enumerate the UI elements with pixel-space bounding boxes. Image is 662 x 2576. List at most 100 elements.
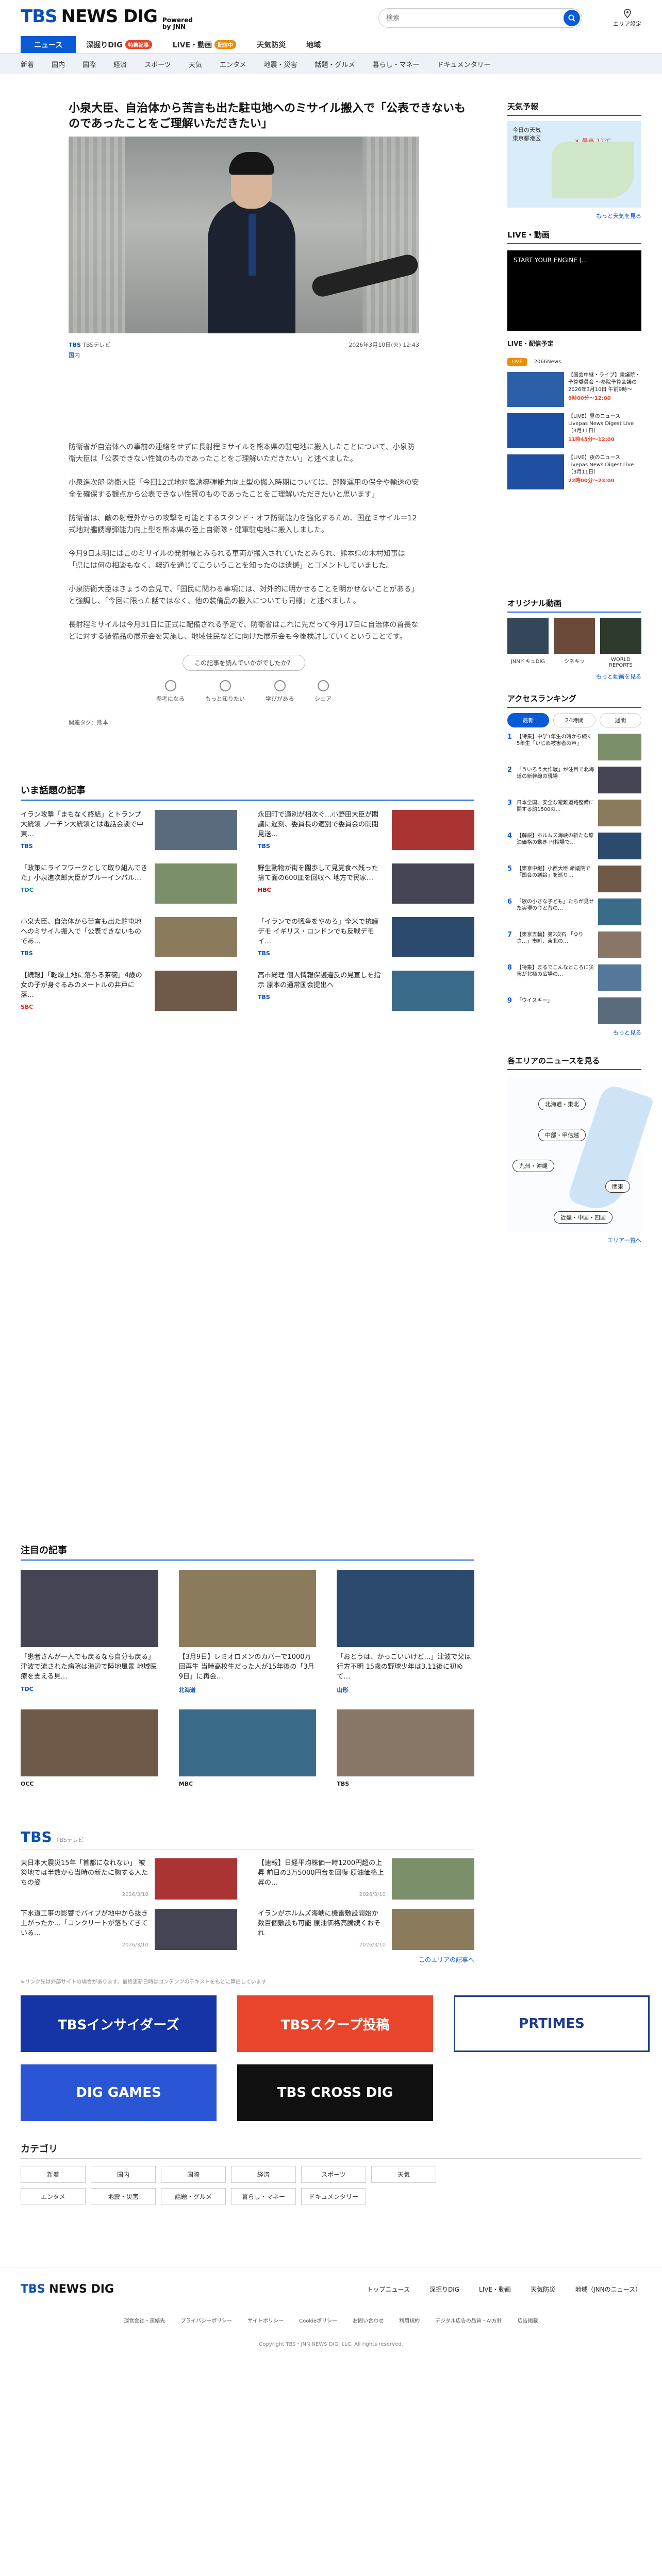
- site-logo[interactable]: TBS NEWS DIG Powered by JNN: [21, 6, 193, 30]
- footer-link[interactable]: 広告掲載: [518, 2316, 538, 2324]
- area-pill[interactable]: 関東: [605, 1180, 630, 1193]
- ranking-item[interactable]: 5 【東京中継】小西大臣 衆議院で「国会の議論」を巡り…: [507, 866, 641, 892]
- topic-item[interactable]: 永田町で適別が相次ぐ…小野田大臣が閣議に遅刻、委員長の適別で委員会の開閉見送… T…: [258, 810, 474, 851]
- ranking-item[interactable]: 7 【東京五輪】第2次石 「ゆりさ…」市町、東北の…: [507, 931, 641, 958]
- topic-item[interactable]: 「イランでの戦争をやめろ」全米で抗議デモ イギリス・ロンドンでも反戦デモ イ… T…: [258, 917, 474, 958]
- topic-item[interactable]: 高市総理 個人情報保護違反の見直しを指示 原本の通常国会提出へ TBS: [258, 971, 474, 1011]
- live-tab[interactable]: 2066News: [530, 358, 565, 366]
- topic-item[interactable]: 【続報】「乾燥土地に落ちる茶碗」4歳の女の子が身ぐるみのメートルの井戸に落… SB…: [21, 971, 237, 1011]
- ranking-item[interactable]: 1 【特集】中学1年生の時から続く5年生「いじめ被害者の声」: [507, 734, 641, 760]
- category-nav-item[interactable]: ドキュメンタリー: [437, 59, 491, 69]
- banner[interactable]: PRTIMES: [454, 1995, 650, 2052]
- tbs-item[interactable]: 下水道工事の影響でパイプが地中から抜き上がったか…「コンクリートが落ちてきている…: [21, 1909, 237, 1950]
- category-button[interactable]: 国際: [161, 2166, 226, 2183]
- category-button[interactable]: 話題・グルメ: [161, 2188, 226, 2205]
- notable-item[interactable]: OCC: [21, 1709, 158, 1787]
- footer-link[interactable]: Cookieポリシー: [299, 2316, 337, 2324]
- topic-item[interactable]: 小泉大臣、自治体から苦言も出た駐屯地へのミサイル搬入で「公表できないものであ… T…: [21, 917, 237, 958]
- feedback-option[interactable]: もっと知りたい: [205, 680, 245, 703]
- tag-link[interactable]: 熊本: [97, 719, 108, 726]
- banner[interactable]: TBSスクープ投稿: [237, 1995, 433, 2052]
- nav-item-0[interactable]: ニュース: [21, 36, 76, 53]
- ranking-item[interactable]: 9 「ウイスキー」: [507, 997, 641, 1024]
- nav-item-2[interactable]: LIVE・動画 配信中: [162, 36, 247, 53]
- category-button[interactable]: ドキュメンタリー: [301, 2188, 366, 2205]
- category-nav-item[interactable]: 国内: [52, 59, 65, 69]
- tbs-item[interactable]: 東日本大震災15年「首都になれない」 被災地では半数から当時の新たに胸する人たち…: [21, 1858, 237, 1900]
- video-player[interactable]: START YOUR ENGINE (…: [507, 250, 641, 331]
- original-item[interactable]: シネキッ: [554, 618, 595, 668]
- banner[interactable]: TBS CROSS DIG: [237, 2064, 433, 2121]
- article-source[interactable]: TBS: [69, 342, 81, 348]
- category-nav-item[interactable]: スポーツ: [144, 59, 171, 69]
- footer-link[interactable]: 運営会社・連絡先: [124, 2316, 165, 2324]
- ranking-item[interactable]: 2 「ういろう大作戦」が注目で北海道の新幹線の現場: [507, 767, 641, 793]
- article-category-link[interactable]: 国内: [69, 351, 471, 359]
- category-nav-item[interactable]: 国際: [82, 59, 96, 69]
- tbs-item[interactable]: 【速報】日経平均株価一時1200円超の上昇 前日の3万5000円台を回復 原油価…: [258, 1858, 474, 1900]
- areas-more-link[interactable]: エリア一覧へ: [507, 1236, 641, 1244]
- ranking-item[interactable]: 4 【解説】ホルムズ海峡の新たな原油価格の動き 円相場で…: [507, 833, 641, 859]
- original-more-link[interactable]: もっと動画を見る: [507, 672, 641, 681]
- topic-item[interactable]: イラン攻撃「まもなく終結」とトランプ大統領 プーチン大統領とは電話会談で中東… T…: [21, 810, 237, 851]
- ranking-item[interactable]: 6 「歌の小さな子ども」たちが見せた実現の今と昔の…: [507, 899, 641, 925]
- category-button[interactable]: 天気: [371, 2166, 436, 2183]
- area-pill[interactable]: 近畿・中国・四国: [554, 1211, 613, 1224]
- notable-item[interactable]: TBS: [337, 1709, 474, 1787]
- notable-item[interactable]: 【3月9日】レミオロメンのカバーで1000万回再生 当時高校生だった人が15年後…: [178, 1570, 317, 1694]
- category-nav-item[interactable]: エンタメ: [220, 59, 246, 69]
- category-nav-item[interactable]: 暮らし・マネー: [372, 59, 419, 69]
- topic-item[interactable]: 野生動物が街を闊歩して見覚食べ残った捨て面の600皿を回収へ 地方で民家… HBC: [258, 863, 474, 904]
- ranking-item[interactable]: 3 日本全国、安全な避難道路整備に関する約1500の…: [507, 800, 641, 826]
- nav-item-3[interactable]: 天気防災: [246, 36, 296, 53]
- footer-link[interactable]: サイトポリシー: [247, 2316, 284, 2324]
- category-button[interactable]: スポーツ: [301, 2166, 366, 2183]
- category-button[interactable]: 国内: [91, 2166, 156, 2183]
- live-item[interactable]: 【国会中継・ライブ】衆議院・予算委員会 ～参院予算会議の2026年3月10日 午…: [507, 372, 641, 407]
- ranking-tab[interactable]: 24時間: [553, 713, 595, 727]
- nav-item-1[interactable]: 深掘りDIG 特集記事: [76, 36, 162, 53]
- notable-item[interactable]: 「患者さんが一人でも戻るなら自分も戻る」津波で流された病院は海辺で陸地風景 地域…: [21, 1570, 158, 1694]
- live-tab[interactable]: LIVE: [507, 358, 527, 366]
- footer-link[interactable]: 利用規約: [399, 2316, 420, 2324]
- weather-widget[interactable]: 今日の天気 東京都港区 ☀ 最高 12℃: [507, 121, 641, 208]
- category-nav-item[interactable]: 地震・災害: [263, 59, 297, 69]
- category-button[interactable]: 経済: [231, 2166, 296, 2183]
- feedback-option[interactable]: 学びがある: [266, 680, 294, 703]
- footer-nav-item[interactable]: LIVE・動画: [479, 2285, 511, 2294]
- area-pill[interactable]: 中部・甲信越: [538, 1129, 586, 1141]
- category-button[interactable]: エンタメ: [21, 2188, 86, 2205]
- live-item[interactable]: 【LIVE】夜のニュース Livepas News Digest Live（3月…: [507, 454, 641, 489]
- topic-item[interactable]: 「政策にライフワークとして取り組んできた」小泉進次郎大臣がブルーインパル… TDC: [21, 863, 237, 904]
- search-input[interactable]: [386, 14, 564, 22]
- footer-nav-item[interactable]: トップニュース: [367, 2285, 410, 2294]
- ranking-tab[interactable]: 週間: [599, 713, 641, 727]
- nav-item-4[interactable]: 地域: [296, 36, 331, 53]
- footer-link[interactable]: プライバシーポリシー: [180, 2316, 232, 2324]
- tbs-item[interactable]: イランがホルムズ海峡に機雷敷設開始か 数百個敷設も可能 原油価格高騰続くおそれ 2…: [258, 1909, 474, 1950]
- category-nav-item[interactable]: 天気: [189, 59, 202, 69]
- notable-item[interactable]: MBC: [178, 1709, 317, 1787]
- original-item[interactable]: WORLD REPORTS: [600, 618, 641, 668]
- ranking-item[interactable]: 8 【特集】まるでこんなところに災害が北極の広場の…: [507, 964, 641, 991]
- category-button[interactable]: 新着: [21, 2166, 86, 2183]
- footer-link[interactable]: お問い合わせ: [353, 2316, 384, 2324]
- ranking-more-link[interactable]: もっと見る: [507, 1028, 641, 1037]
- category-nav-item[interactable]: 経済: [113, 59, 127, 69]
- footer-logo[interactable]: TBS NEWS DIG: [21, 2283, 114, 2296]
- search-button[interactable]: [564, 10, 580, 26]
- original-item[interactable]: JNNドキュDIG: [507, 618, 549, 668]
- category-button[interactable]: 暮らし・マネー: [231, 2188, 296, 2205]
- banner[interactable]: DIG GAMES: [21, 2064, 217, 2121]
- area-pill[interactable]: 九州・沖縄: [512, 1160, 554, 1172]
- category-nav-item[interactable]: 話題・グルメ: [315, 59, 355, 69]
- ranking-tab[interactable]: 最新: [507, 713, 550, 727]
- footer-link[interactable]: デジタル広告の品質・AI方針: [435, 2316, 502, 2324]
- category-nav-item[interactable]: 新着: [21, 59, 34, 69]
- area-setting-button[interactable]: エリア設定: [613, 8, 641, 28]
- footer-nav-item[interactable]: 深掘りDIG: [429, 2285, 459, 2294]
- feedback-option[interactable]: シェア: [315, 680, 332, 703]
- tbs-more-link[interactable]: このエリアの記事へ: [21, 1955, 474, 1964]
- live-item[interactable]: 【LIVE】昼のニュース Livepas News Digest Live（3月…: [507, 413, 641, 448]
- notable-item[interactable]: 「おとうは、かっこいいけど…」津波で父は行方不明 15歳の野球少年は3.11後に…: [337, 1570, 474, 1694]
